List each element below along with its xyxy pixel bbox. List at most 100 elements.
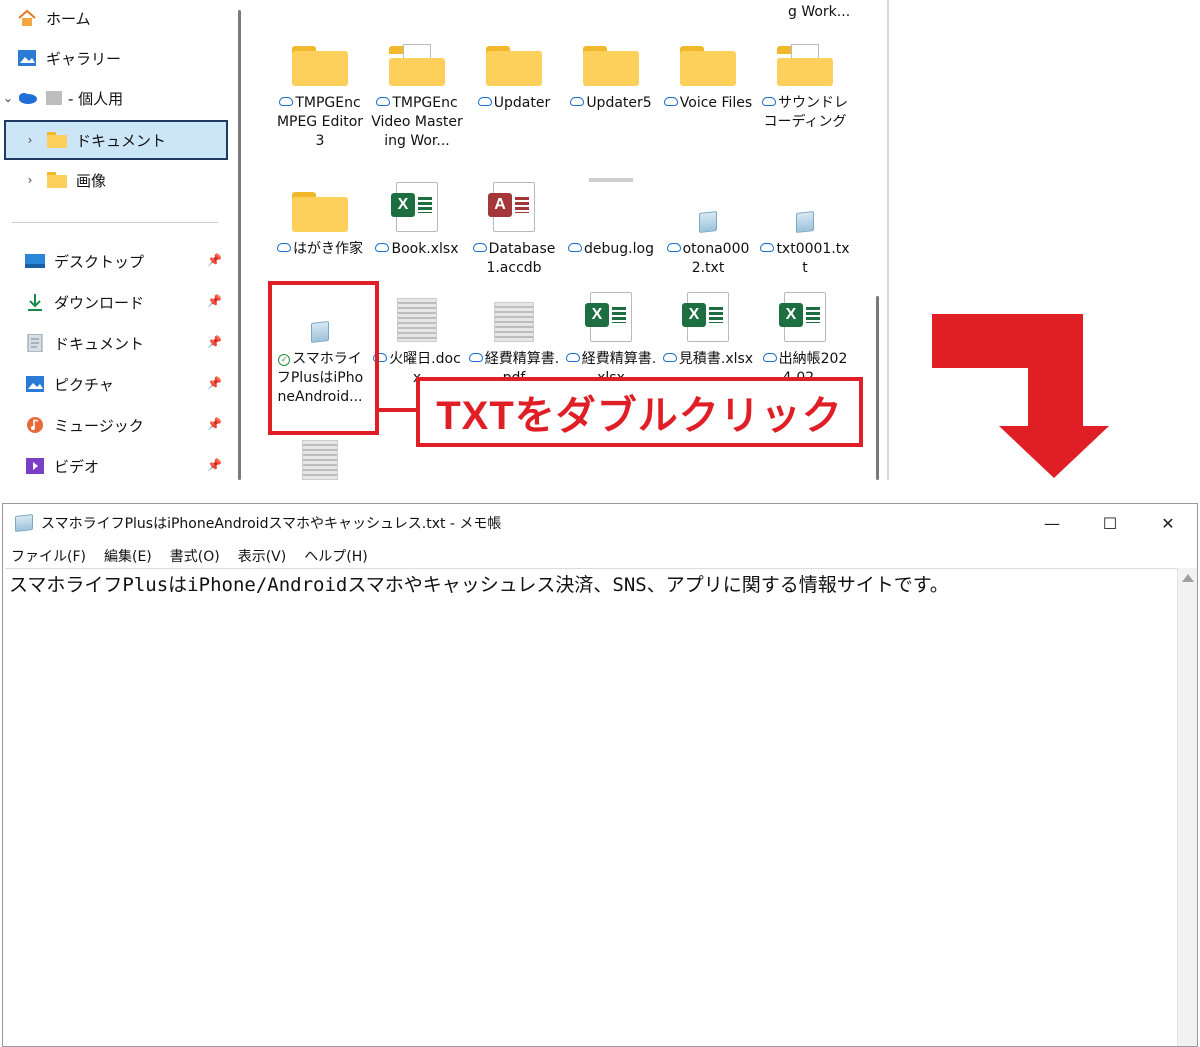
folder-icon (389, 44, 445, 86)
quick-access-pictures[interactable]: ピクチャ 📌 (0, 366, 230, 402)
file-name: Updater5 (586, 95, 652, 111)
menu-bar: ファイル(F) 編集(E) 書式(O) 表示(V) ヘルプ(H) (3, 542, 1197, 570)
sidebar-item-label: ビデオ (54, 457, 100, 476)
vertical-scrollbar[interactable] (1177, 568, 1197, 1046)
file-item-folder[interactable]: TMPGEnc MPEG Editor 3 (272, 26, 368, 151)
file-name: otona0002.txt (682, 241, 750, 276)
cloud-status-icon (662, 353, 677, 362)
file-name: Updater (493, 95, 551, 111)
excel-file-icon: X (391, 182, 438, 232)
menu-format[interactable]: 書式(O) (170, 546, 220, 566)
file-item-folder[interactable]: Voice Files (660, 26, 756, 113)
highlight-frame (268, 281, 379, 435)
quick-access-desktop[interactable]: デスクトップ 📌 (0, 243, 230, 279)
file-item-pdf[interactable]: 経費精算書.pdf (466, 282, 562, 388)
file-item-folder[interactable]: はがき作家 (272, 172, 368, 259)
cloud-status-icon (277, 243, 291, 252)
chevron-right-icon[interactable]: › (22, 173, 38, 187)
excel-file-icon: X (585, 292, 632, 342)
music-icon (24, 416, 46, 434)
desktop-icon (24, 252, 46, 270)
sidebar-item-gallery[interactable]: ギャラリー (0, 40, 230, 76)
quick-access-videos[interactable]: ビデオ 📌 (0, 448, 230, 480)
pin-icon[interactable]: 📌 (207, 417, 222, 431)
window-edge (887, 0, 889, 480)
file-item-excel[interactable]: X Book.xlsx (369, 172, 465, 259)
file-item-txt[interactable]: txt0001.txt (757, 172, 853, 278)
video-icon (24, 457, 46, 475)
log-preview-icon (589, 178, 633, 182)
cloud-status-icon (666, 243, 681, 252)
folder-icon (680, 46, 736, 86)
text-file-icon (796, 211, 814, 233)
cloud-status-icon (472, 243, 487, 252)
title-bar[interactable]: スマホライフPlusはiPhoneAndroidスマホやキャッシュレス.txt … (3, 504, 1197, 542)
content-scrollbar[interactable] (876, 296, 879, 480)
chevron-down-icon[interactable]: ⌄ (0, 91, 16, 105)
pin-icon[interactable]: 📌 (207, 335, 222, 349)
cloud-status-icon (279, 97, 294, 106)
pin-icon[interactable]: 📌 (207, 294, 222, 308)
file-item-access[interactable]: A Database1.accdb (466, 172, 562, 278)
sidebar-scrollbar[interactable] (238, 10, 241, 480)
navigation-pane: ホーム ギャラリー ⌄ - 個人用 › ドキュメント › 画像 デスクトップ 📌… (0, 0, 236, 480)
minimize-button[interactable]: — (1023, 504, 1081, 542)
callout-box: TXTをダブルクリック (416, 377, 863, 447)
access-file-icon: A (488, 182, 535, 232)
quick-access-documents[interactable]: ドキュメント 📌 (0, 325, 230, 361)
text-editor-area[interactable]: スマホライフPlusはiPhone/Androidスマホやキャッシュレス決済、S… (5, 568, 1177, 1046)
cloud-status-icon (375, 243, 390, 252)
file-item-folder[interactable]: Updater5 (563, 26, 659, 113)
pin-icon[interactable]: 📌 (207, 376, 222, 390)
scroll-up-arrow-icon[interactable] (1182, 574, 1194, 582)
file-item-excel[interactable]: X 経費精算書.xlsx (563, 282, 659, 388)
sidebar-item-onedrive[interactable]: ⌄ - 個人用 (0, 80, 230, 116)
file-name: txt0001.txt (776, 241, 850, 276)
sidebar-item-label: ピクチャ (54, 375, 114, 394)
folder-icon (777, 44, 833, 86)
menu-file[interactable]: ファイル(F) (11, 546, 86, 566)
pdf-thumbnail-icon (494, 302, 534, 342)
close-button[interactable]: ✕ (1139, 504, 1197, 542)
file-name: Voice Files (679, 95, 753, 111)
sidebar-item-documents[interactable]: › ドキュメント (4, 120, 228, 160)
sidebar-item-label: 画像 (76, 171, 107, 190)
cloud-status-icon (477, 97, 492, 106)
cloud-status-icon (376, 97, 391, 106)
file-item-excel[interactable]: X 見積書.xlsx (660, 282, 756, 369)
word-document-thumbnail-icon (397, 298, 437, 342)
sidebar-item-home[interactable]: ホーム (0, 0, 230, 36)
sidebar-divider (12, 222, 218, 223)
folder-icon (292, 192, 348, 232)
maximize-button[interactable]: ☐ (1081, 504, 1139, 542)
file-name: サウンドレコーディング (763, 95, 848, 130)
sidebar-item-pictures-folder[interactable]: › 画像 (0, 162, 230, 198)
pin-icon[interactable]: 📌 (207, 458, 222, 472)
file-item-txt[interactable]: otona0002.txt (660, 172, 756, 278)
cloud-status-icon (760, 243, 775, 252)
file-name: Book.xlsx (391, 241, 459, 257)
chevron-right-icon[interactable]: › (22, 133, 38, 147)
cloud-status-icon (565, 353, 580, 362)
menu-view[interactable]: 表示(V) (238, 546, 287, 566)
partial-file-label: g Work... (788, 4, 851, 20)
file-item-folder[interactable]: サウンドレコーディング (757, 26, 853, 132)
file-name: 見積書.xlsx (678, 351, 754, 367)
quick-access-music[interactable]: ミュージック 📌 (0, 407, 230, 443)
pin-icon[interactable]: 📌 (207, 253, 222, 267)
file-item-folder[interactable]: TMPGEnc Video Mastering Wor... (369, 26, 465, 151)
menu-help[interactable]: ヘルプ(H) (304, 546, 367, 566)
menu-edit[interactable]: 編集(E) (104, 546, 152, 566)
folder-icon (583, 46, 639, 86)
folder-icon (292, 46, 348, 86)
file-item-excel[interactable]: X 出納帳2024-02... (757, 282, 853, 388)
file-item-word[interactable]: 火曜日.docx (369, 282, 465, 388)
folder-icon (46, 171, 68, 189)
sidebar-item-label: ドキュメント (54, 334, 145, 353)
gallery-icon (16, 49, 38, 67)
file-item-log[interactable]: debug.log (563, 172, 659, 259)
file-item-folder[interactable]: Updater (466, 26, 562, 113)
word-document-thumbnail-icon[interactable] (302, 440, 338, 480)
quick-access-downloads[interactable]: ダウンロード 📌 (0, 284, 230, 320)
file-name: はがき作家 (293, 241, 363, 257)
